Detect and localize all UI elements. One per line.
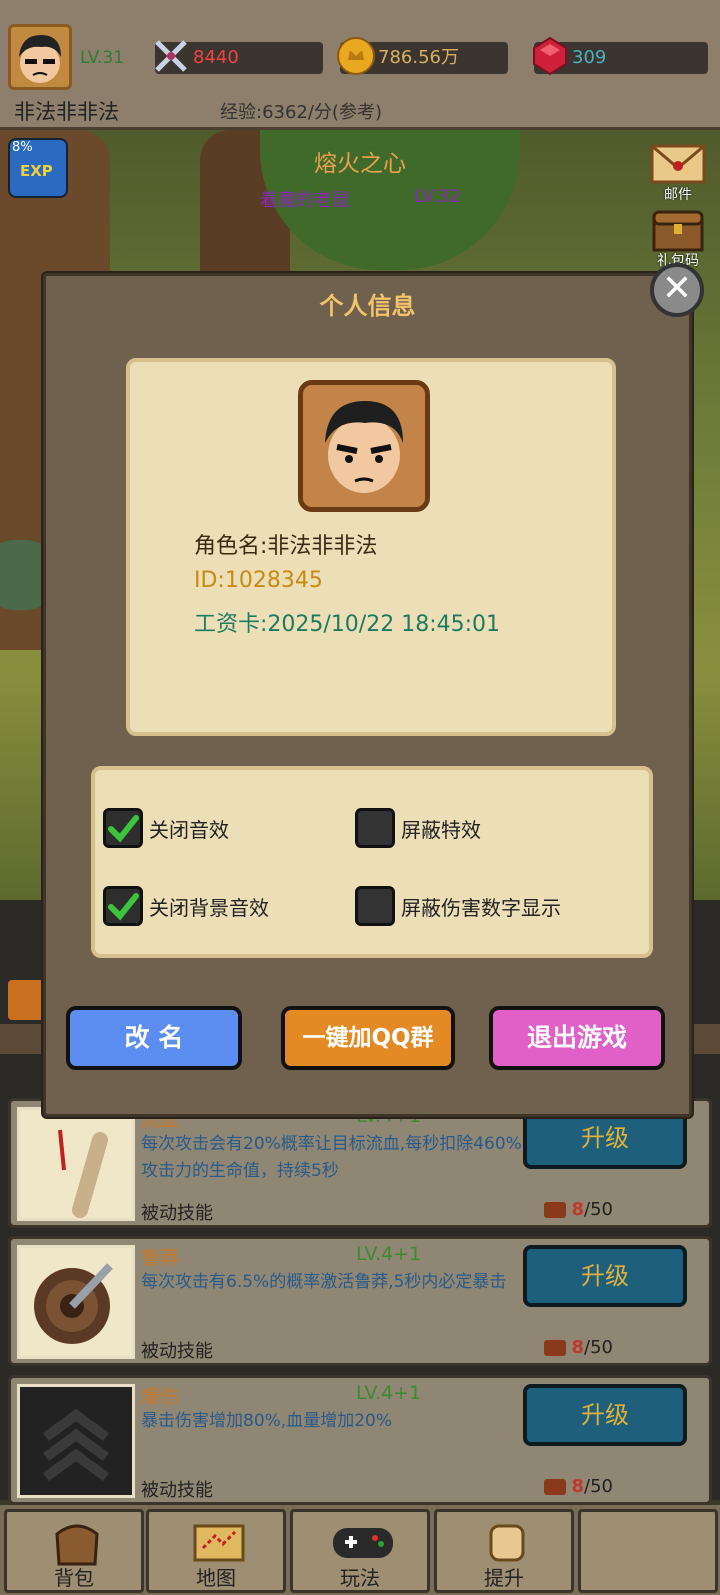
upgrade-button[interactable]: 升级 (523, 1245, 687, 1307)
skill-icon-bleed (17, 1107, 135, 1221)
skill-description: 每次攻击会有20%概率让目标流血,每秒扣除460%攻击力的生命值，持续5秒 (141, 1134, 522, 1181)
checkmark-icon (108, 893, 139, 921)
settings-card: 关闭音效 屏蔽特效 关闭背景音效 屏蔽伤害数字显示 (91, 766, 653, 958)
bag-icon (55, 1524, 99, 1566)
hero-face-icon (19, 35, 61, 83)
nav-tab-bag[interactable]: 背包 (4, 1509, 144, 1593)
nav-tab-label: 玩法 (340, 1566, 380, 1590)
book-needed: /50 (584, 1476, 613, 1497)
book-count: 8 (571, 1199, 585, 1220)
book-needed: /50 (584, 1199, 613, 1220)
gold-value: 786.56万 (378, 47, 459, 68)
map-scroll-icon (193, 1524, 245, 1562)
close-icon[interactable]: ✕ (650, 263, 704, 317)
exit-game-button[interactable]: 退出游戏 (489, 1006, 665, 1070)
skill-book-cost: 8/50 (543, 1199, 613, 1220)
skill-icon-reckless (17, 1245, 135, 1359)
book-count: 8 (571, 1476, 585, 1497)
option-label: 屏蔽伤害数字显示 (401, 896, 561, 920)
fist-icon (489, 1524, 525, 1562)
book-count: 8 (571, 1337, 585, 1358)
skill-row-bleed: 流血 LV.4+1 每次攻击会有20%概率让目标流血,每秒扣除460%攻击力的生… (8, 1098, 712, 1228)
hero-portrait-icon (303, 385, 425, 507)
skill-book-cost: 8/50 (543, 1337, 613, 1358)
collapse-tab-icon[interactable] (8, 980, 48, 1020)
skill-description: 暴击伤害增加80%,血量增加20% (141, 1411, 392, 1431)
skill-book-cost: 8/50 (543, 1476, 613, 1497)
mail-button[interactable]: 邮件 (648, 140, 708, 203)
skill-name: 鲁莽 (141, 1247, 180, 1269)
bleeding-arm-icon (20, 1110, 132, 1218)
rename-button[interactable]: 改 名 (66, 1006, 242, 1070)
stage-name: 熔火之心 (314, 151, 406, 177)
profile-avatar (298, 380, 430, 512)
option-label: 关闭背景音效 (149, 896, 269, 920)
bottom-nav: 背包 地图 玩法 提升 (0, 1505, 720, 1595)
enemy-name: 着魔的老鼠 (260, 190, 350, 211)
skill-type: 被动技能 (141, 1341, 213, 1362)
profile-card: 角色名:非法非非法 ID:1028345 工资卡:2025/10/22 18:4… (126, 358, 616, 736)
player-avatar[interactable] (8, 24, 72, 90)
ruby-gem-icon (533, 36, 567, 76)
power-stat: 8440 (155, 40, 323, 74)
dialog-title: 个人信息 (319, 292, 416, 320)
exp-rate: 经验:6362/分(参考) (220, 102, 382, 123)
skill-type: 被动技能 (141, 1480, 213, 1501)
nav-tab-upgrade[interactable]: 提升 (434, 1509, 574, 1593)
power-value: 8440 (193, 47, 239, 68)
gold-stat: 786.56万 (337, 37, 508, 75)
character-name: 角色名:非法非非法 (194, 534, 378, 559)
gamepad-icon (333, 1528, 393, 1558)
skill-type: 被动技能 (141, 1203, 213, 1224)
skill-icon-crit-damage (17, 1384, 135, 1498)
crossed-swords-icon (155, 40, 187, 72)
option-label: 屏蔽特效 (401, 818, 481, 842)
book-needed: /50 (584, 1337, 613, 1358)
mail-label: 邮件 (664, 187, 692, 203)
nav-tab-map[interactable]: 地图 (146, 1509, 286, 1593)
option-label: 关闭音效 (149, 818, 229, 842)
player-level: LV.31 (80, 48, 125, 68)
gem-value: 309 (572, 47, 607, 68)
book-icon (543, 1202, 566, 1218)
skill-row-reckless: 鲁莽 LV.4+1 每次攻击有6.5%的概率激活鲁莽,5秒内必定暴击 被动技能 … (8, 1236, 712, 1366)
nav-tab-play[interactable]: 玩法 (290, 1509, 430, 1593)
profile-dialog: 个人信息 角色名:非法非非法 ID:1028345 工资卡:2025/10/22… (43, 273, 692, 1117)
envelope-icon (650, 144, 706, 184)
nav-tab-label: 提升 (484, 1566, 524, 1590)
nav-tab-label: 背包 (54, 1566, 94, 1590)
checkbox-hide-damage-numbers[interactable] (355, 886, 395, 926)
salary-card-date: 工资卡:2025/10/22 18:45:01 (194, 612, 501, 637)
skill-row-crit-damage: 爆伤 LV.4+1 暴击伤害增加80%,血量增加20% 被动技能 升级 8/50 (8, 1375, 712, 1505)
checkbox-mute-sfx[interactable] (103, 808, 143, 848)
player-id: ID:1028345 (194, 568, 323, 593)
top-status-bar: LV.31 8440 786.56万 309 非法非非法 经验:6362/分(参… (0, 0, 720, 130)
upgrade-button[interactable]: 升级 (523, 1384, 687, 1446)
enemy-level: LV.32 (414, 186, 461, 207)
book-icon (543, 1340, 566, 1356)
join-qq-group-button[interactable]: 一键加QQ群 (281, 1006, 455, 1070)
skill-level: LV.4+1 (356, 1243, 422, 1265)
skill-description: 每次攻击有6.5%的概率激活鲁莽,5秒内必定暴击 (141, 1272, 507, 1292)
gift-code-button[interactable]: 礼包码 (648, 206, 708, 269)
nav-tab-empty[interactable] (578, 1509, 718, 1593)
skill-level: LV.4+1 (356, 1382, 422, 1404)
checkbox-hide-effects[interactable] (355, 808, 395, 848)
nav-tab-label: 地图 (196, 1566, 236, 1590)
gold-coin-icon (337, 37, 375, 75)
player-name: 非法非非法 (14, 100, 119, 124)
checkmark-icon (108, 815, 139, 843)
treasure-chest-icon (652, 210, 704, 252)
book-icon (543, 1479, 566, 1495)
checkbox-mute-bgm[interactable] (103, 886, 143, 926)
rank-chevron-icon (20, 1387, 132, 1495)
dagger-target-icon (20, 1248, 132, 1356)
skill-name: 爆伤 (141, 1386, 180, 1408)
gem-stat: 309 (533, 36, 708, 76)
